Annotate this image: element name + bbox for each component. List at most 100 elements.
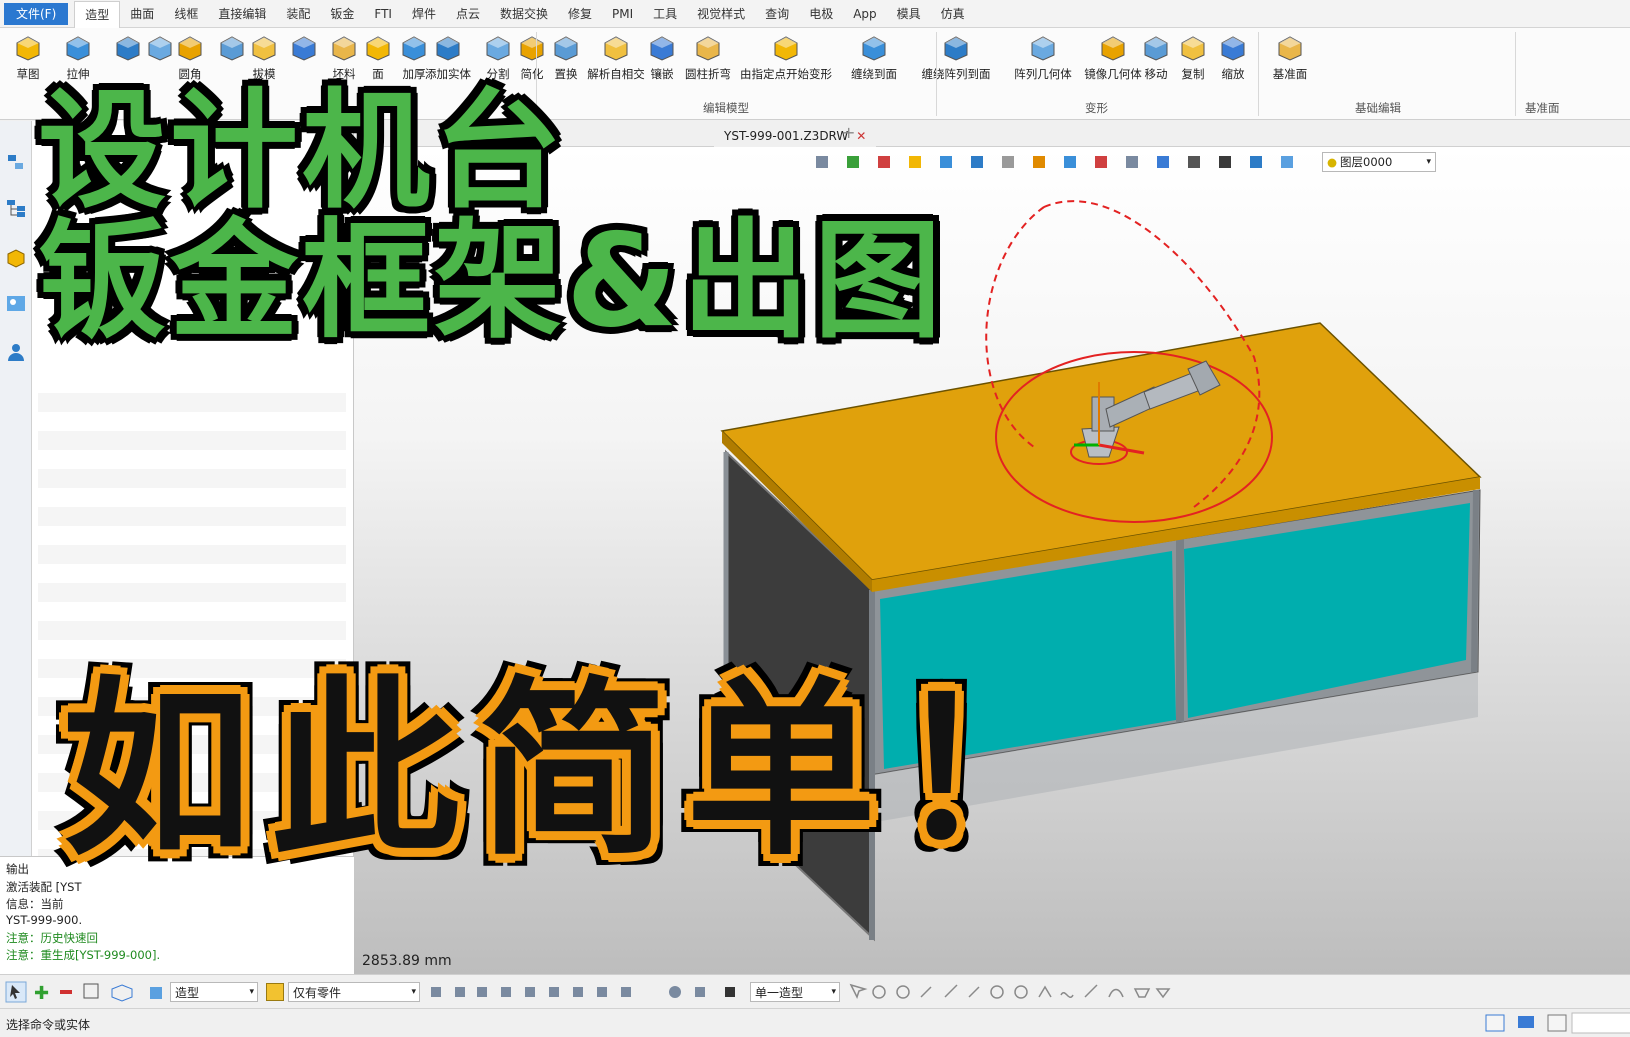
tree-row[interactable] — [38, 621, 346, 640]
output-line: 信息：当前 — [6, 897, 64, 911]
ribbon-button-label: 由指定点开始变形 — [740, 67, 832, 81]
self-intersect-button[interactable]: 解析自相交 — [587, 32, 645, 82]
output-title: 输出 — [6, 862, 29, 876]
tab-14[interactable]: 查询 — [755, 0, 799, 28]
tab-9[interactable]: 数据交换 — [490, 0, 558, 28]
ribbon-separator — [1258, 32, 1259, 116]
tab-13[interactable]: 视觉样式 — [687, 0, 755, 28]
assembly-tree-icon[interactable] — [5, 197, 27, 219]
sketch-icon — [16, 36, 40, 61]
tree-row[interactable] — [38, 393, 346, 412]
pattern-button[interactable]: 阵列几何体 — [1014, 32, 1072, 82]
extrude-button[interactable]: 拉伸 — [52, 32, 104, 82]
user-icon[interactable] — [5, 341, 27, 363]
extrude-icon — [66, 36, 90, 61]
datum-plane-button[interactable]: 基准面 — [1264, 32, 1316, 82]
history-icon[interactable] — [5, 151, 27, 173]
new-tab-button[interactable]: + — [842, 123, 855, 142]
selection-tools[interactable]: ✚ — [0, 975, 170, 1009]
bottom-toolbar: ✚ 造型 ▾ 仅有零件 ▾ 单一造型 ▾ — [0, 974, 1630, 1008]
tree-row[interactable] — [38, 431, 346, 450]
ribbon-button-label: 复制 — [1181, 67, 1205, 81]
status-view-icons[interactable] — [1480, 1009, 1630, 1037]
tab-11[interactable]: PMI — [602, 0, 643, 28]
output-line: YST-999-900. — [6, 913, 83, 927]
cylinder-bend-button[interactable]: 圆柱折弯 — [682, 32, 734, 82]
draw-tools[interactable] — [845, 975, 1175, 1009]
scale-button[interactable]: 缩放 — [1207, 32, 1259, 82]
file-menu-button[interactable]: 文件(F) — [4, 2, 69, 25]
emboss-button[interactable]: 镶嵌 — [636, 32, 688, 82]
wrap-pattern-button[interactable]: 缠绕阵列到面 — [922, 32, 991, 82]
tab-18[interactable]: 仿真 — [931, 0, 975, 28]
datum-plane-icon — [1278, 36, 1302, 61]
snap-tools[interactable] — [425, 975, 745, 1009]
ribbon-group-label: 基础编辑 — [1355, 101, 1401, 115]
mode-combo[interactable]: 单一造型 ▾ — [750, 982, 840, 1002]
add-solid-button[interactable]: 添加实体 — [422, 32, 474, 82]
svg-text:✚: ✚ — [34, 983, 49, 1004]
sketch-button[interactable]: 草图 — [2, 32, 54, 82]
pattern-icon — [1031, 36, 1055, 61]
wrap-face-button[interactable]: 缠绕到面 — [848, 32, 900, 82]
ribbon-button-label: 阵列几何体 — [1014, 67, 1072, 81]
menu-bar: 文件(F) 造型 曲面 线框 直接编辑 装配 钣金 FTI 焊件 点云 数据交换 修复 PMI 工具 视觉… — [0, 0, 1630, 28]
ribbon-button-label: 缠绕阵列到面 — [921, 67, 991, 81]
measure-readout: 2853.89 mm — [362, 953, 452, 969]
document-tab-name: YST-999-001.Z3DRW — [724, 128, 849, 143]
filter-icon[interactable] — [266, 983, 284, 1001]
tab-16[interactable]: App — [843, 0, 886, 28]
ribbon-group-label: 编辑模型 — [703, 101, 749, 115]
tab-0[interactable]: 造型 — [74, 0, 121, 28]
tab-15[interactable]: 电极 — [799, 0, 843, 28]
tree-row[interactable] — [38, 545, 346, 564]
draft-icon — [252, 36, 276, 61]
tab-7[interactable]: 焊件 — [402, 0, 446, 28]
tab-4[interactable]: 装配 — [276, 0, 320, 28]
parts-only-combo[interactable]: 仅有零件 ▾ — [288, 982, 420, 1002]
ribbon-separator — [1515, 32, 1516, 116]
status-bar: 选择命令或实体 — [0, 1008, 1630, 1036]
fillet-icon — [178, 36, 202, 61]
ribbon-button-label: 圆柱折弯 — [685, 67, 731, 81]
overlay-title-line2: 钣金框架&出图 — [38, 207, 946, 356]
tab-5[interactable]: 钣金 — [320, 0, 364, 28]
output-line: 注意：历史快速回 — [6, 931, 98, 945]
ribbon-button-label: 基准面 — [1272, 67, 1308, 81]
point-deform-button[interactable]: 由指定点开始变形 — [740, 32, 832, 82]
self-intersect-icon — [604, 36, 628, 61]
ribbon-tabs: 造型 曲面 线框 直接编辑 装配 钣金 FTI 焊件 点云 数据交换 修复 PMI 工具 视觉样式 查询 电极… — [74, 0, 974, 28]
wrap-pattern-icon — [944, 36, 968, 61]
tab-8[interactable]: 点云 — [446, 0, 490, 28]
replace-button[interactable]: 置换 — [540, 32, 592, 82]
view-manager-icon[interactable] — [5, 293, 27, 315]
output-line: 激活装配 [YST — [6, 880, 82, 894]
tree-row[interactable] — [38, 469, 346, 488]
ribbon-group-label: 基准面 — [1525, 101, 1560, 115]
overlay-subtitle: 如此简单！ — [62, 660, 1103, 881]
filter-combo[interactable]: 造型 ▾ — [170, 982, 258, 1002]
left-icon-bar — [0, 121, 32, 856]
tab-1[interactable]: 曲面 — [120, 0, 164, 28]
mirror-icon — [1101, 36, 1125, 61]
tab-6[interactable]: FTI — [364, 0, 402, 28]
close-icon[interactable]: ✕ — [856, 129, 866, 143]
cylinder-bend-icon — [696, 36, 720, 61]
ribbon-button-label: 移动 — [1144, 67, 1168, 81]
wrap-face-icon — [862, 36, 886, 61]
ribbon-button-label: 缩放 — [1221, 67, 1245, 81]
tab-3[interactable]: 直接编辑 — [208, 0, 276, 28]
tab-17[interactable]: 模具 — [887, 0, 931, 28]
scale-icon — [1221, 36, 1245, 61]
tab-12[interactable]: 工具 — [643, 0, 687, 28]
tab-10[interactable]: 修复 — [558, 0, 602, 28]
tree-row[interactable] — [38, 583, 346, 602]
ribbon-button-label: 草图 — [16, 67, 40, 81]
copy-icon — [1181, 36, 1205, 61]
tab-2[interactable]: 线框 — [164, 0, 208, 28]
add-solid-icon — [436, 36, 460, 61]
tree-row[interactable] — [38, 507, 346, 526]
output-line: 注意：重生成[YST-999-000]. — [6, 948, 161, 962]
part-icon[interactable] — [5, 247, 27, 269]
point-deform-icon — [774, 36, 798, 61]
